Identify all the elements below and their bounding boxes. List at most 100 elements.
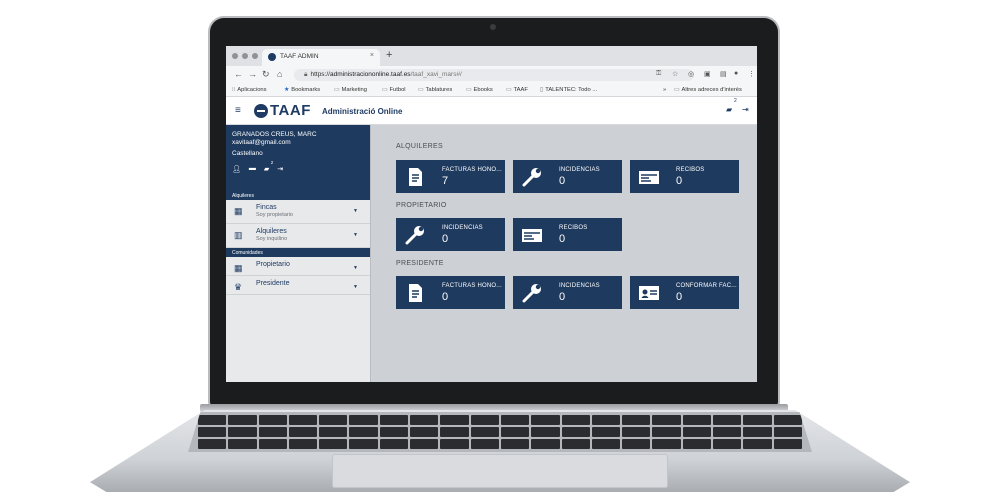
message-count: 2 (270, 160, 274, 165)
keyboard-key (228, 427, 257, 437)
key-icon[interactable]: ⚿ (656, 70, 661, 78)
bookmark-talentec[interactable]: ▯ TALENTEC: Todo ... (540, 87, 597, 93)
bookmark-ebooks[interactable]: ▭ Ebooks (466, 87, 493, 93)
card-count: 0 (442, 233, 449, 245)
keyboard-key (773, 427, 802, 437)
folder-icon: ▭ (334, 87, 340, 93)
card-alquileres-facturas[interactable]: FACTURAS HONO... 7 (396, 160, 505, 193)
card-propietario-incidencias[interactable]: INCIDENCIAS 0 (396, 218, 505, 251)
card-presidente-facturas[interactable]: FACTURAS HONO... 0 (396, 276, 505, 309)
user-messages-icon[interactable]: ▰ 2 (264, 160, 273, 173)
close-window-button[interactable] (232, 53, 238, 59)
building-icon: ▦ (234, 263, 243, 273)
sidebar-item-alquileres[interactable]: ▥ Alquileres Soy inquilino ▼ (226, 224, 370, 248)
keyboard-key (349, 439, 378, 449)
app-title: Administració Online (322, 107, 403, 116)
bookmarks-overflow-button[interactable]: » (663, 87, 666, 93)
card-propietario-recibos[interactable]: RECIBOS 0 (513, 218, 622, 251)
keyboard-key (773, 415, 802, 425)
messages-icon[interactable]: ▰ (726, 105, 732, 114)
user-profile-icon[interactable]: 👤︎ (232, 165, 241, 173)
bookmark-aplicacions[interactable]: ⁞⁞ Aplicacions (232, 87, 267, 93)
card-label: CONFORMAR FAC... (676, 283, 737, 289)
card-presidente-conformar[interactable]: CONFORMAR FAC... 0 (630, 276, 739, 309)
reload-icon[interactable]: ↻ (262, 69, 270, 80)
card-count: 0 (559, 175, 566, 187)
crown-icon: ♛ (234, 282, 243, 292)
other-bookmarks[interactable]: ▭ Altres adreces d'interès (674, 87, 742, 93)
back-arrow-icon[interactable]: ← (234, 69, 243, 79)
card-label: INCIDENCIAS (559, 283, 600, 289)
notification-count: 2 (734, 98, 737, 104)
folder-icon: ▭ (382, 87, 388, 93)
maximize-window-button[interactable] (252, 53, 258, 59)
group-title-propietario: PROPIETARIO (396, 202, 447, 209)
section-comunidades: Comunidades (226, 248, 370, 257)
sidebar-item-presidente[interactable]: ♛ Presidente ▼ (226, 276, 370, 295)
card-presidente-incidencias[interactable]: INCIDENCIAS 0 (513, 276, 622, 309)
caret-down-icon: ▼ (353, 284, 358, 290)
laptop-screen: TAAF ADMIN × + ← → ↻ ⌂ 🔒︎ https://adminis… (226, 46, 757, 382)
card-label: FACTURAS HONO... (442, 167, 502, 173)
new-tab-button[interactable]: + (386, 49, 392, 61)
wrench-icon (405, 226, 424, 245)
extension-icon[interactable]: ◎ (688, 70, 694, 78)
folder-icon: ▭ (506, 87, 512, 93)
bookmark-label: Altres adreces d'interès (681, 87, 742, 93)
bookmark-futbol[interactable]: ▭ Futbol (382, 87, 406, 93)
keyboard-key (622, 415, 651, 425)
wrench-icon (522, 284, 541, 303)
card-alquileres-incidencias[interactable]: INCIDENCIAS 0 (513, 160, 622, 193)
forward-arrow-icon[interactable]: → (248, 69, 257, 79)
sidebar-item-propietario[interactable]: ▦ Propietario ▼ (226, 257, 370, 276)
language-selector[interactable]: Castellano (232, 150, 364, 157)
tab-title: TAAF ADMIN (280, 53, 319, 60)
keyboard-key (682, 415, 712, 425)
card-count: 7 (442, 175, 449, 187)
tab-close-icon[interactable]: × (370, 52, 374, 59)
keyboard-key (470, 415, 499, 425)
hamburger-menu-icon[interactable]: ≡ (235, 105, 241, 116)
home-icon[interactable]: ⌂ (277, 69, 282, 79)
bookmark-label: Bookmarks (291, 87, 321, 93)
extension-badge-icon[interactable]: ▣ (704, 70, 711, 78)
bookmark-taaf[interactable]: ▭ TAAF (506, 87, 528, 93)
browser-tab-active[interactable]: TAAF ADMIN × (262, 49, 380, 66)
keyboard-key (531, 427, 560, 437)
bookmark-marketing[interactable]: ▭ Marketing (334, 87, 367, 93)
card-alquileres-recibos[interactable]: RECIBOS 0 (630, 160, 739, 193)
bookmark-label: TALENTEC: Todo ... (545, 87, 598, 93)
bookmark-bookmarks[interactable]: ★ Bookmarks (284, 87, 320, 93)
card-label: FACTURAS HONO... (442, 283, 502, 289)
translate-icon[interactable]: ▤ (720, 70, 727, 78)
sidebar-item-fincas[interactable]: ▦ Fincas Soy propietario ▼ (226, 200, 370, 224)
bookmark-tablatures[interactable]: ▭ Tablatures (418, 87, 452, 93)
logout-icon[interactable]: ⇥ (742, 105, 749, 114)
keyboard-key (591, 439, 621, 449)
keyboard-key (591, 427, 621, 437)
keyboard-key (288, 439, 318, 449)
app-header: ≡ TAAF Administració Online 2 ▰ ⇥ (226, 97, 757, 125)
keyboard-key (470, 439, 499, 449)
keyboard-key (652, 415, 681, 425)
user-logout-icon[interactable]: ⇥ (277, 165, 283, 173)
page-icon: ▯ (540, 87, 544, 93)
keyboard-key (198, 439, 227, 449)
minimize-window-button[interactable] (242, 53, 248, 59)
keyboard-key (561, 439, 590, 449)
bookmark-star-icon[interactable]: ☆ (672, 70, 678, 78)
keyboard-key (713, 415, 742, 425)
profile-avatar-icon[interactable]: ● (734, 70, 738, 77)
receipt-icon (522, 229, 542, 242)
address-bar[interactable]: 🔒︎ https://administraciononline.taaf.es/t… (294, 69, 694, 81)
sidebar: GRANADOS CREUS, MARC xavitaaf@gmail.com … (226, 125, 371, 382)
browser-menu-icon[interactable]: ⋮ (748, 70, 755, 78)
keyboard-key (531, 415, 560, 425)
taaf-favicon-icon (268, 53, 276, 61)
card-label: RECIBOS (676, 167, 705, 173)
building-icon: ▦ (234, 206, 243, 216)
keyboard-key (591, 415, 621, 425)
keyboard-key (743, 439, 772, 449)
documents-folder-icon[interactable]: ▬ (249, 165, 256, 173)
taaf-logo[interactable]: TAAF (254, 102, 311, 119)
